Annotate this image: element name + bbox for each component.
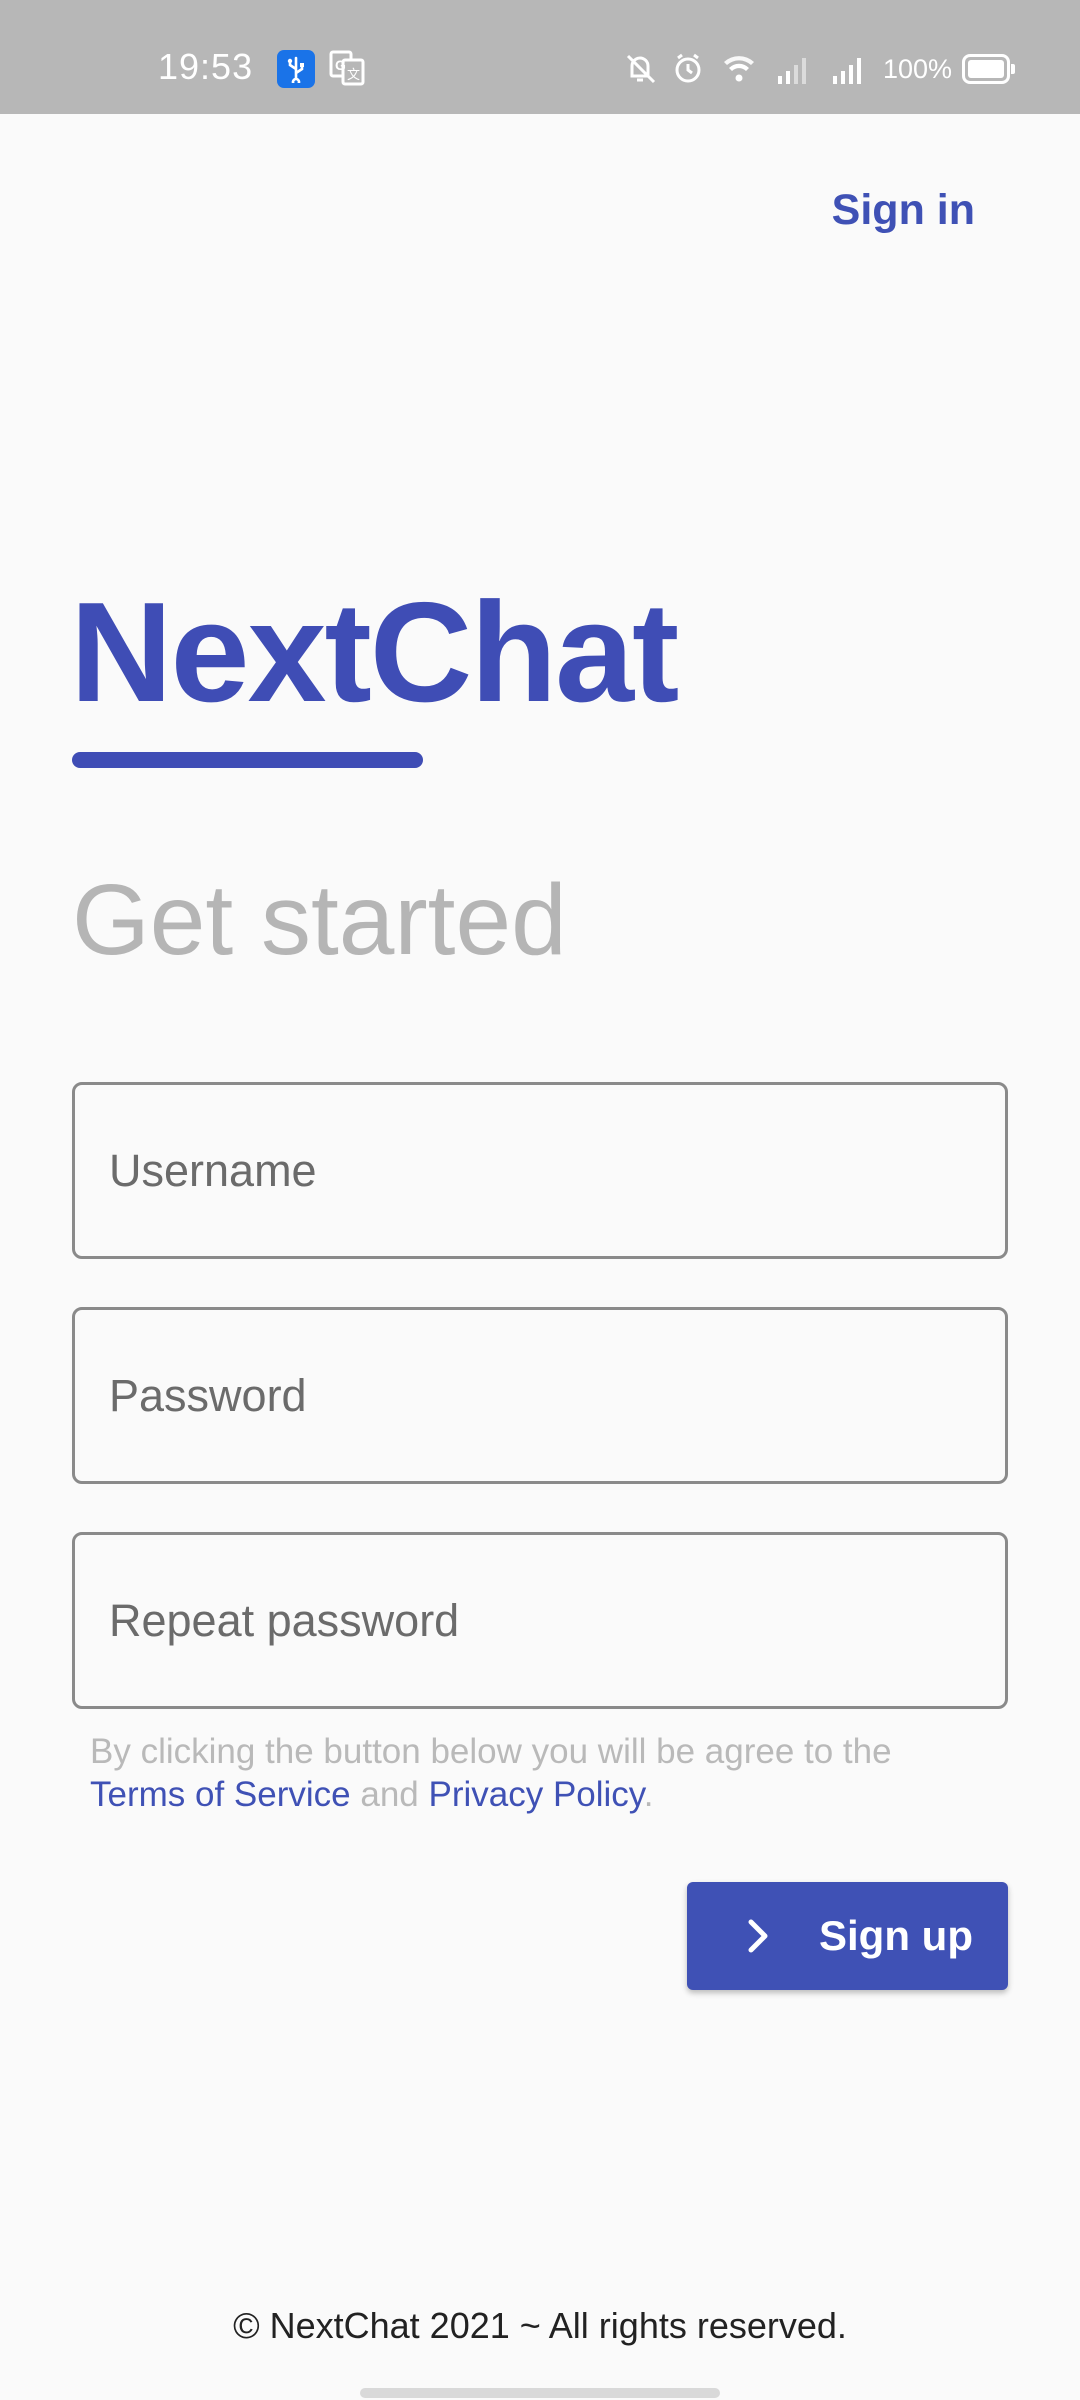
terms-notice: By clicking the button below you will be… xyxy=(90,1730,970,1816)
status-icons xyxy=(626,52,876,91)
username-input[interactable] xyxy=(75,1085,1005,1256)
wifi-icon xyxy=(724,56,754,82)
usb-icon xyxy=(277,50,315,88)
battery-percent: 100% xyxy=(883,54,953,84)
logo: NextChat xyxy=(70,573,679,732)
repeat-password-field[interactable] xyxy=(72,1532,1008,1709)
footer-copyright: © NextChat 2021 ~ All rights reserved. xyxy=(233,2305,847,2346)
translate-icon: G文 xyxy=(329,50,365,91)
sign-in-link[interactable]: Sign in xyxy=(832,186,975,235)
chevron-right-icon xyxy=(743,1914,773,1963)
password-field[interactable] xyxy=(72,1307,1008,1484)
repeat-password-input[interactable] xyxy=(75,1535,1005,1706)
terms-connector: and xyxy=(350,1775,429,1814)
svg-text:文: 文 xyxy=(347,67,360,82)
svg-text:G: G xyxy=(335,57,346,73)
alarm-icon xyxy=(675,53,701,83)
battery-icon xyxy=(962,54,1015,84)
privacy-policy-link[interactable]: Privacy Policy xyxy=(428,1775,643,1814)
signal-icon xyxy=(833,58,861,84)
silent-icon xyxy=(626,54,656,84)
username-field[interactable] xyxy=(72,1082,1008,1259)
signal-icon xyxy=(778,58,806,84)
status-bar: 19:53 G文 100% xyxy=(0,0,1080,114)
status-time: 19:53 xyxy=(158,46,254,87)
sign-up-button[interactable]: Sign up xyxy=(687,1882,1008,1990)
password-input[interactable] xyxy=(75,1310,1005,1481)
page-title: Get started xyxy=(72,864,567,976)
terms-suffix: . xyxy=(643,1775,654,1814)
logo-underline xyxy=(72,752,423,768)
sign-up-label: Sign up xyxy=(819,1912,973,1959)
terms-prefix: By clicking the button below you will be… xyxy=(90,1732,892,1771)
home-indicator[interactable] xyxy=(360,2388,720,2398)
terms-of-service-link[interactable]: Terms of Service xyxy=(90,1775,351,1814)
